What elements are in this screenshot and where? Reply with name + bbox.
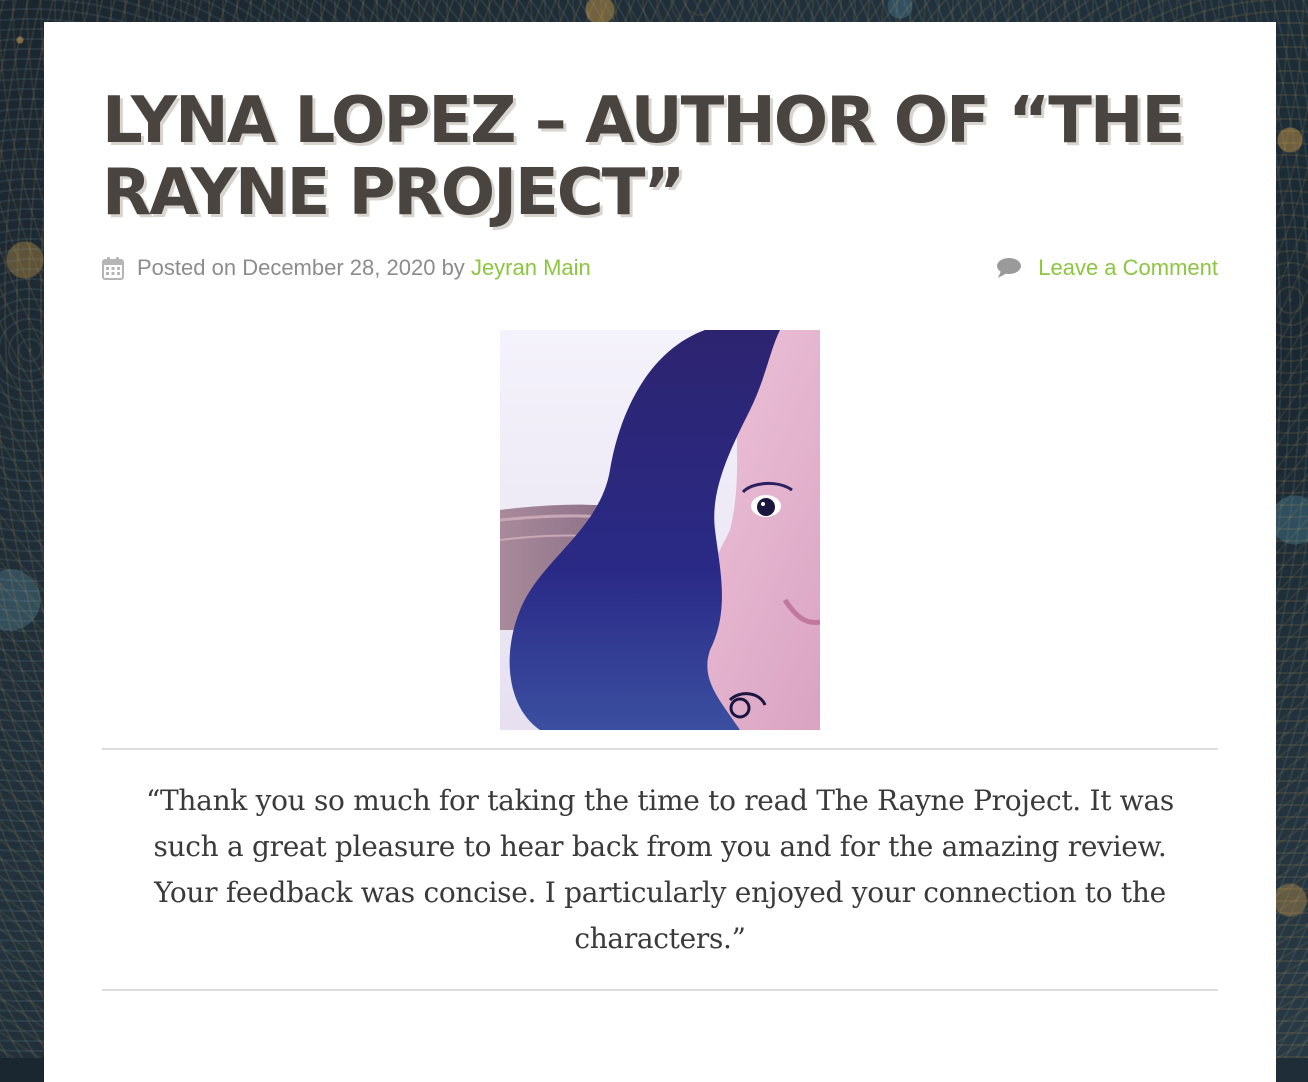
quote-divider-top xyxy=(102,748,1218,750)
calendar-icon xyxy=(102,256,124,280)
post-meta: Posted on December 28, 2020 by Jeyran Ma… xyxy=(102,253,1218,283)
post-title: LYNA LOPEZ – AUTHOR OF “THE RAYNE PROJEC… xyxy=(102,84,1185,230)
quote-divider-bottom xyxy=(102,989,1218,991)
post-date-link[interactable]: December 28, 2020 xyxy=(242,253,435,283)
posted-on-label: Posted on xyxy=(137,255,237,280)
quote-text: “Thank you so much for taking the time t… xyxy=(146,784,1174,955)
author-link[interactable]: Jeyran Main xyxy=(471,253,591,283)
comment-info: Leave a Comment xyxy=(996,253,1218,283)
comment-icon xyxy=(996,257,1022,279)
blockquote: “Thank you so much for taking the time t… xyxy=(102,778,1218,962)
leave-comment-link[interactable]: Leave a Comment xyxy=(1038,253,1218,283)
post-date-info: Posted on December 28, 2020 by Jeyran Ma… xyxy=(102,253,591,283)
author-photo xyxy=(500,330,820,730)
by-label: by xyxy=(441,255,465,280)
